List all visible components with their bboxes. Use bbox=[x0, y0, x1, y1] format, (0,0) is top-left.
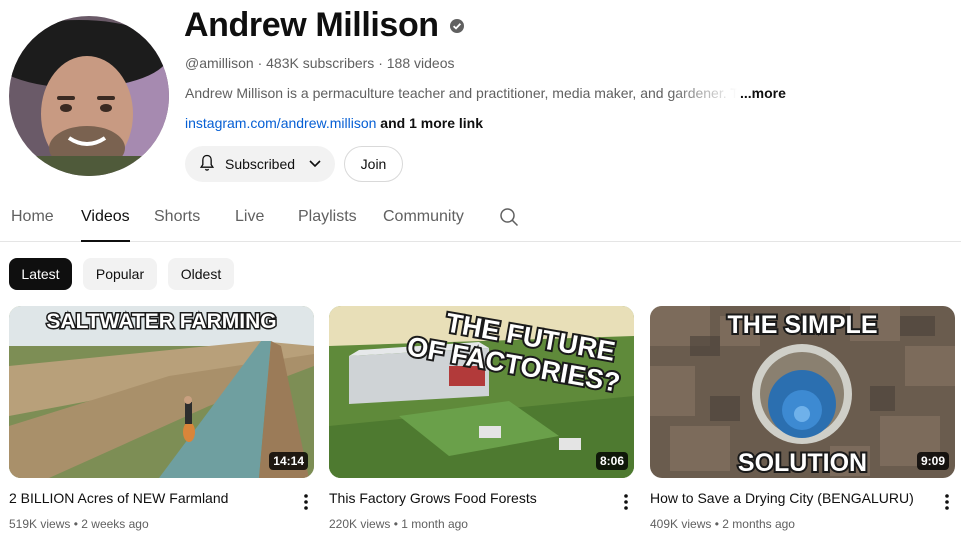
view-count: 409K views bbox=[650, 517, 712, 531]
tab-community[interactable]: Community bbox=[383, 208, 464, 242]
subscribed-label: Subscribed bbox=[225, 156, 296, 172]
video-thumbnail[interactable]: THE SIMPLE SOLUTION 9:09 bbox=[650, 306, 955, 478]
chip-latest[interactable]: Latest bbox=[9, 258, 72, 290]
bell-icon bbox=[197, 153, 217, 176]
video-title[interactable]: How to Save a Drying City (BENGALURU) bbox=[650, 490, 920, 506]
video-thumbnail[interactable]: THE FUTURE OF FACTORIES? 8:06 bbox=[329, 306, 634, 478]
video-duration: 8:06 bbox=[595, 452, 628, 470]
tab-playlists[interactable]: Playlists bbox=[298, 208, 357, 242]
tab-live[interactable]: Live bbox=[235, 208, 264, 242]
chip-oldest[interactable]: Oldest bbox=[168, 258, 234, 290]
description-more-link[interactable]: ...more bbox=[740, 85, 786, 101]
video-title[interactable]: 2 BILLION Acres of NEW Farmland bbox=[9, 490, 279, 506]
video-meta: 409K views • 2 months ago bbox=[650, 517, 795, 531]
channel-links: instagram.com/andrew.millison and 1 more… bbox=[185, 115, 483, 131]
tab-shorts[interactable]: Shorts bbox=[154, 208, 200, 242]
verified-badge-icon bbox=[449, 18, 465, 34]
channel-name: Andrew Millison bbox=[184, 6, 465, 45]
subscribed-button[interactable]: Subscribed bbox=[185, 146, 335, 182]
more-links-link[interactable]: and 1 more link bbox=[380, 115, 483, 131]
channel-name-text: Andrew Millison bbox=[184, 6, 439, 44]
video-card: SALTWATER FARMING 14:14 2 BILLION Acres … bbox=[9, 306, 314, 538]
search-icon[interactable] bbox=[499, 207, 519, 227]
video-meta: 519K views • 2 weeks ago bbox=[9, 517, 149, 531]
more-options-icon[interactable] bbox=[939, 492, 955, 512]
upload-age: 2 weeks ago bbox=[81, 517, 149, 531]
subscriber-count: 483K subscribers bbox=[266, 55, 375, 71]
channel-description-text: Andrew Millison is a permaculture teache… bbox=[185, 85, 737, 101]
channel-tabs: Home Videos Shorts Live Playlists Commun… bbox=[0, 196, 961, 242]
video-duration: 9:09 bbox=[916, 452, 949, 470]
join-button[interactable]: Join bbox=[344, 146, 403, 182]
chevron-down-icon bbox=[307, 155, 323, 174]
channel-description[interactable]: Andrew Millison is a permaculture teache… bbox=[185, 85, 745, 101]
video-card: THE SIMPLE SOLUTION 9:09 How to Save a D… bbox=[650, 306, 955, 538]
video-duration: 14:14 bbox=[269, 452, 308, 470]
instagram-link[interactable]: instagram.com/andrew.millison bbox=[185, 115, 376, 131]
video-meta: 220K views • 1 month ago bbox=[329, 517, 468, 531]
thumbnail-caption-line-2: SOLUTION bbox=[738, 449, 867, 477]
thumbnail-caption: SALTWATER FARMING bbox=[46, 310, 276, 333]
video-count: 188 videos bbox=[386, 55, 455, 71]
tab-videos[interactable]: Videos bbox=[81, 208, 130, 242]
tab-home[interactable]: Home bbox=[11, 208, 54, 242]
more-options-icon[interactable] bbox=[618, 492, 634, 512]
thumbnail-caption-line-1: THE SIMPLE bbox=[727, 311, 877, 339]
channel-handle: @amillison bbox=[185, 55, 254, 71]
video-thumbnail[interactable]: SALTWATER FARMING 14:14 bbox=[9, 306, 314, 478]
view-count: 220K views bbox=[329, 517, 391, 531]
channel-avatar[interactable] bbox=[9, 16, 169, 176]
more-options-icon[interactable] bbox=[298, 492, 314, 512]
chip-popular[interactable]: Popular bbox=[83, 258, 157, 290]
upload-age: 2 months ago bbox=[722, 517, 795, 531]
channel-meta: @amillison · 483K subscribers · 188 vide… bbox=[185, 55, 455, 71]
view-count: 519K views bbox=[9, 517, 71, 531]
upload-age: 1 month ago bbox=[401, 517, 468, 531]
video-card: THE FUTURE OF FACTORIES? 8:06 This Facto… bbox=[329, 306, 634, 538]
video-title[interactable]: This Factory Grows Food Forests bbox=[329, 490, 599, 506]
